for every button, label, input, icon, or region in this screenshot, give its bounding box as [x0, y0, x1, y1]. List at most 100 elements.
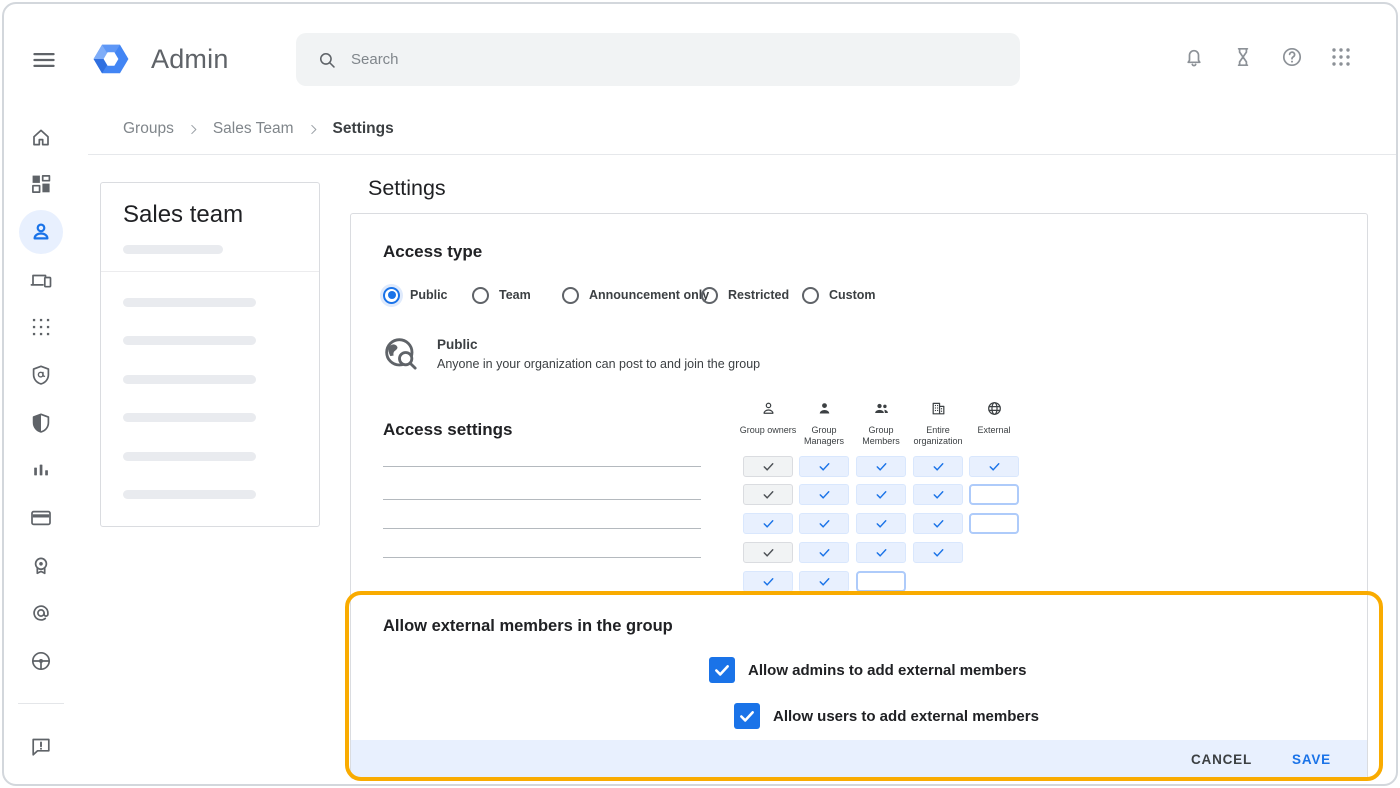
devices-icon: [29, 268, 53, 292]
apps-squares-icon: [29, 315, 53, 339]
save-button[interactable]: SAVE: [1292, 752, 1331, 767]
search-input[interactable]: Search: [296, 33, 1020, 86]
access-cell-r2-c2-checked-blue[interactable]: [799, 484, 849, 505]
cancel-button[interactable]: CANCEL: [1191, 752, 1252, 767]
radio-label: Public: [410, 288, 448, 302]
checkbox-label: Allow admins to add external members: [748, 662, 1026, 679]
placeholder-line: [123, 490, 256, 499]
access-cell-r2-c4-checked-blue[interactable]: [913, 484, 963, 505]
access-cell-r3-c2-checked-blue[interactable]: [799, 513, 849, 534]
sidebar-item-shield-half[interactable]: [19, 401, 63, 445]
check-icon: [817, 487, 832, 502]
home-icon: [29, 125, 53, 149]
check-icon: [874, 516, 889, 531]
sidebar-item-devices[interactable]: [19, 258, 63, 302]
column-header-group-managers: Group Managers: [794, 400, 854, 446]
help-icon: [1280, 45, 1304, 69]
check-icon: [931, 487, 946, 502]
apps-dots-button[interactable]: [1321, 37, 1361, 77]
organization-icon: [930, 400, 947, 417]
access-cell-r1-c3-checked-blue[interactable]: [856, 456, 906, 477]
sidebar-item-home[interactable]: [19, 115, 63, 159]
checkbox-allow-users-to-add-external-members[interactable]: Allow users to add external members: [734, 703, 1039, 729]
sidebar-item-credit-card[interactable]: [19, 496, 63, 540]
main-menu-button[interactable]: [30, 46, 58, 74]
shield-half-icon: [29, 411, 53, 435]
sidebar-item-at-sign[interactable]: [19, 591, 63, 635]
access-cell-r1-c2-checked-blue[interactable]: [799, 456, 849, 477]
search-icon: [316, 49, 338, 71]
access-cell-r3-c1-checked-blue[interactable]: [743, 513, 793, 534]
breadcrumb-groups[interactable]: Groups: [123, 120, 174, 138]
check-icon: [931, 459, 946, 474]
sidebar-item-dashboard[interactable]: [19, 162, 63, 206]
check-icon: [817, 459, 832, 474]
breadcrumb-sales-team[interactable]: Sales Team: [213, 120, 294, 138]
check-icon: [761, 459, 776, 474]
hamburger-icon: [30, 62, 58, 77]
access-cell-r5-c3-empty[interactable]: [856, 571, 906, 592]
sidebar-item-steering-wheel[interactable]: [19, 639, 63, 683]
feedback-icon: [29, 735, 53, 759]
setting-row-line: [383, 499, 701, 500]
sidebar-item-person[interactable]: [19, 210, 63, 254]
checked-checkbox-icon: [734, 703, 760, 729]
access-cell-r5-c1-checked-blue[interactable]: [743, 571, 793, 592]
radio-option-public[interactable]: Public: [383, 286, 448, 304]
check-icon: [737, 706, 757, 726]
access-cell-r4-c3-checked-blue[interactable]: [856, 542, 906, 563]
person-icon: [29, 220, 53, 244]
access-cell-r3-c3-checked-blue[interactable]: [856, 513, 906, 534]
access-cell-r2-c1-checked-gray[interactable]: [743, 484, 793, 505]
hourglass-button[interactable]: [1223, 37, 1263, 77]
help-button[interactable]: [1272, 37, 1312, 77]
radio-circle-icon: [802, 287, 819, 304]
placeholder-line: [123, 452, 256, 461]
bar-chart-icon: [29, 458, 53, 482]
person-filled-icon: [816, 400, 833, 417]
radio-circle-icon: [472, 287, 489, 304]
external-members-heading: Allow external members in the group: [383, 617, 673, 636]
access-cell-r3-c4-checked-blue[interactable]: [913, 513, 963, 534]
sidebar-item-feedback[interactable]: [19, 725, 63, 769]
access-cell-r3-c5-empty[interactable]: [969, 513, 1019, 534]
radio-option-restricted[interactable]: Restricted: [701, 286, 789, 304]
access-cell-r1-c1-checked-gray[interactable]: [743, 456, 793, 477]
sidebar-item-apps-squares[interactable]: [19, 305, 63, 349]
radio-option-custom[interactable]: Custom: [802, 286, 876, 304]
access-cell-r1-c5-checked-blue[interactable]: [969, 456, 1019, 477]
badge-icon: [29, 554, 53, 578]
access-cell-r1-c4-checked-blue[interactable]: [913, 456, 963, 477]
selected-access-title: Public: [437, 337, 760, 352]
column-header-entire-organization: Entire organization: [908, 400, 968, 446]
check-icon: [761, 574, 776, 589]
check-icon: [931, 516, 946, 531]
bell-button[interactable]: [1174, 37, 1214, 77]
checkbox-allow-admins-to-add-external-members[interactable]: Allow admins to add external members: [709, 657, 1026, 683]
check-icon: [761, 516, 776, 531]
radio-option-announcement-only[interactable]: Announcement only: [562, 286, 709, 304]
search-placeholder: Search: [351, 51, 399, 68]
person-outline-icon: [760, 400, 777, 417]
access-cell-r4-c1-checked-gray[interactable]: [743, 542, 793, 563]
radio-circle-icon: [701, 287, 718, 304]
access-cell-r5-c2-checked-blue[interactable]: [799, 571, 849, 592]
people-icon: [873, 400, 890, 417]
sidebar-item-bar-chart[interactable]: [19, 448, 63, 492]
column-label: Group Managers: [794, 425, 854, 446]
access-cell-r4-c2-checked-blue[interactable]: [799, 542, 849, 563]
check-icon: [874, 545, 889, 560]
access-cell-r4-c4-checked-blue[interactable]: [913, 542, 963, 563]
radio-label: Team: [499, 288, 531, 302]
breadcrumb-current: Settings: [333, 120, 394, 138]
column-label: Entire organization: [908, 425, 968, 446]
admin-logo-icon: [92, 42, 130, 76]
radio-option-team[interactable]: Team: [472, 286, 531, 304]
access-cell-r2-c5-empty[interactable]: [969, 484, 1019, 505]
access-cell-r2-c3-checked-blue[interactable]: [856, 484, 906, 505]
radio-label: Announcement only: [589, 288, 709, 302]
sidebar-item-badge[interactable]: [19, 544, 63, 588]
sidebar-item-shield-at[interactable]: [19, 353, 63, 397]
setting-row-line: [383, 528, 701, 529]
group-panel: Sales team: [100, 182, 320, 527]
